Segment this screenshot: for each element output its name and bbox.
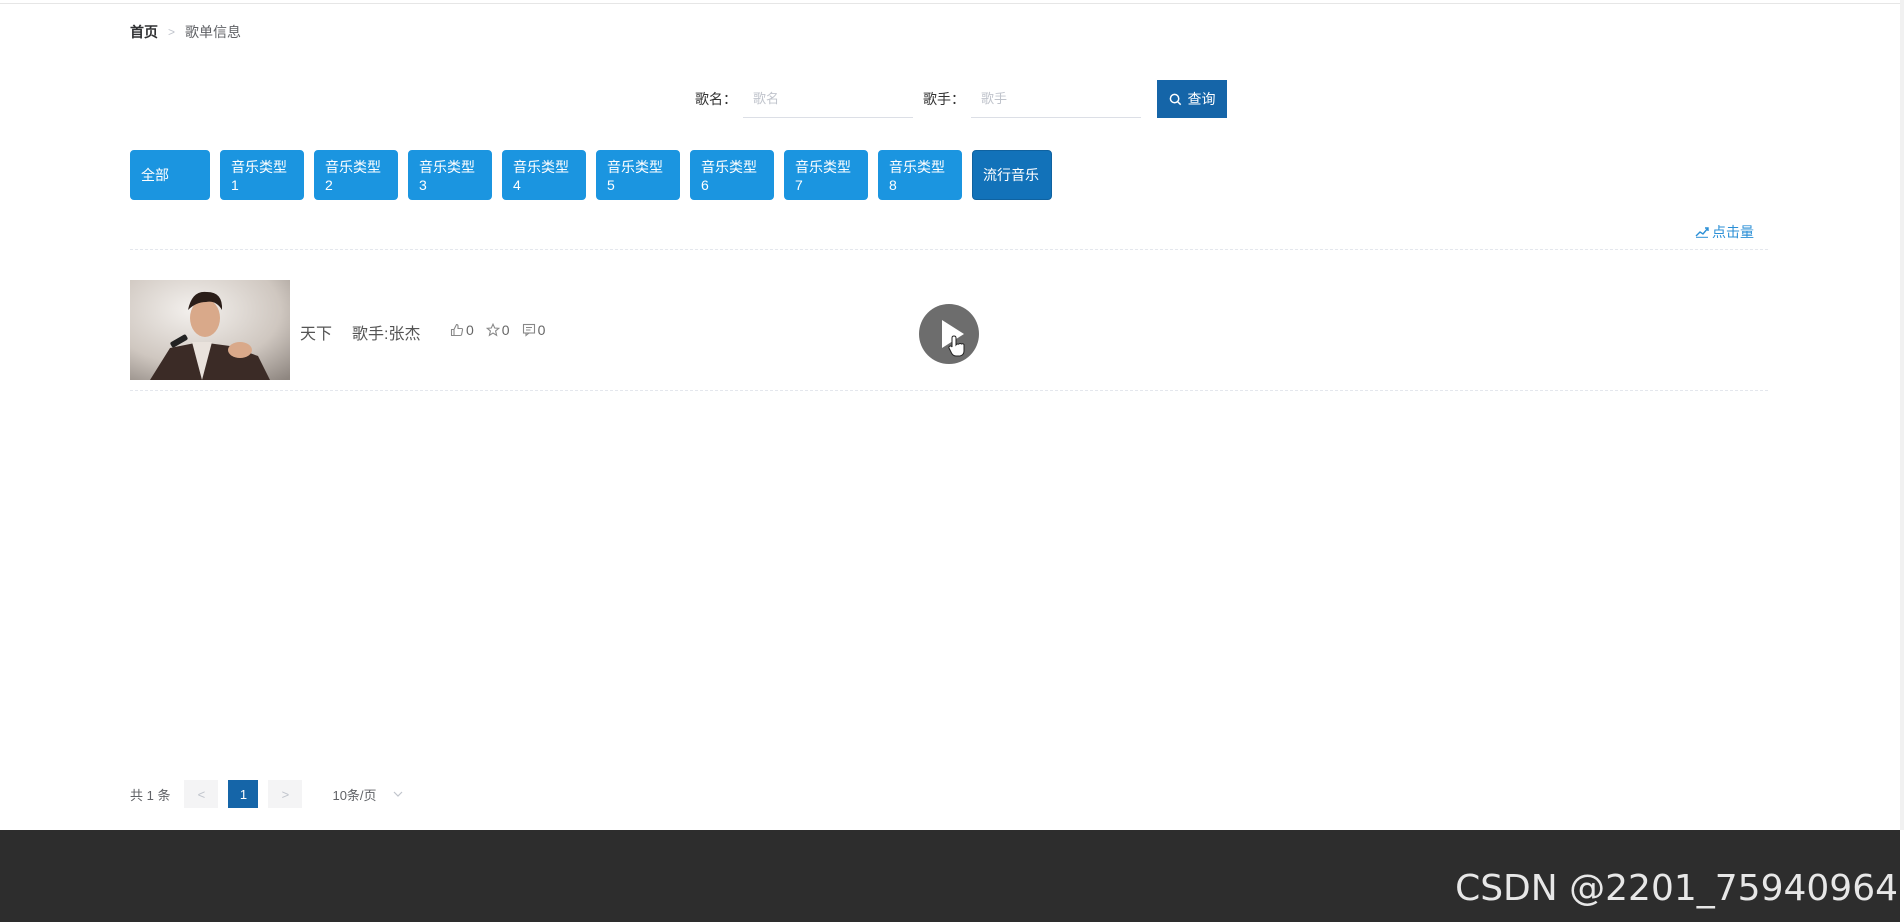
category-tabs: 全部 音乐类型1 音乐类型2 音乐类型3 音乐类型4 音乐类型5 音乐类型6 音…	[130, 150, 1062, 200]
next-page-button[interactable]: >	[268, 780, 303, 808]
star-icon	[485, 323, 500, 337]
list-top-divider	[130, 249, 1768, 250]
list-bottom-divider	[130, 390, 1768, 391]
category-type-2[interactable]: 音乐类型2	[314, 150, 398, 200]
category-pop-music[interactable]: 流行音乐	[972, 150, 1052, 200]
song-cover-image[interactable]	[130, 280, 290, 380]
category-type-3[interactable]: 音乐类型3	[408, 150, 492, 200]
page-size-select[interactable]: 10条/页	[332, 785, 402, 804]
prev-page-button[interactable]: <	[184, 780, 219, 808]
comment-icon	[522, 323, 535, 337]
category-type-1[interactable]: 音乐类型1	[220, 150, 304, 200]
category-all[interactable]: 全部	[130, 150, 210, 200]
watermark: CSDN @2201_75940964	[1455, 868, 1898, 909]
breadcrumb-home[interactable]: 首页	[130, 22, 158, 42]
category-type-5[interactable]: 音乐类型5	[596, 150, 680, 200]
singer-input[interactable]	[971, 80, 1141, 118]
chevron-down-icon	[393, 791, 402, 797]
list-item[interactable]: 天下 歌手:张杰 0 0 0	[130, 280, 1768, 380]
play-button[interactable]	[919, 304, 979, 364]
search-bar: 歌名： 歌手： 查询	[695, 80, 1227, 118]
category-type-7[interactable]: 音乐类型7	[784, 150, 868, 200]
singer-label: 歌手：	[923, 91, 965, 107]
query-button[interactable]: 查询	[1157, 80, 1227, 118]
sort-by-clicks[interactable]: 点击量	[1695, 222, 1754, 242]
trend-chart-icon	[1695, 227, 1709, 238]
favorite-count[interactable]: 0	[485, 322, 510, 338]
pagination: 共 1 条 < 1 > 10条/页	[130, 780, 403, 808]
query-button-label: 查询	[1187, 91, 1216, 107]
thumbs-up-icon	[450, 323, 464, 337]
song-name-label: 歌名：	[695, 91, 737, 107]
category-type-4[interactable]: 音乐类型4	[502, 150, 586, 200]
song-stats: 0 0 0	[450, 322, 557, 338]
breadcrumb: 首页 > 歌单信息	[130, 22, 241, 42]
scrollbar-track[interactable]	[1900, 0, 1904, 830]
song-title[interactable]: 天下	[300, 320, 332, 344]
pagination-total: 共 1 条	[130, 787, 171, 803]
category-type-8[interactable]: 音乐类型8	[878, 150, 962, 200]
search-icon	[1169, 93, 1181, 105]
page-number[interactable]: 1	[228, 780, 259, 808]
comment-count[interactable]: 0	[522, 322, 545, 338]
top-border	[0, 0, 1904, 4]
play-icon	[942, 320, 965, 357]
song-singer: 歌手:张杰	[352, 326, 421, 343]
song-name-input[interactable]	[743, 80, 913, 118]
breadcrumb-current: 歌单信息	[185, 24, 242, 40]
breadcrumb-separator: >	[168, 25, 176, 39]
sort-label: 点击量	[1712, 224, 1754, 240]
category-type-6[interactable]: 音乐类型6	[690, 150, 774, 200]
like-count[interactable]: 0	[450, 322, 474, 338]
